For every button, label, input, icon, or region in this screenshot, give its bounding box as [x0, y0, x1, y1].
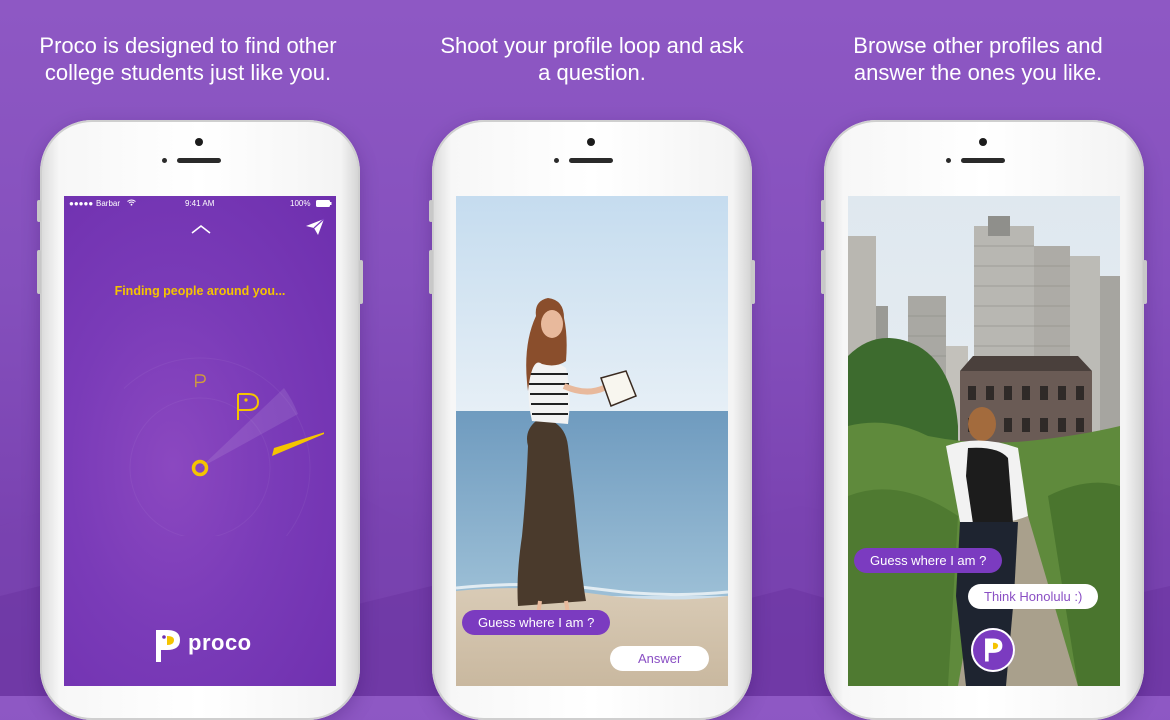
paper-plane-icon[interactable] — [305, 218, 325, 236]
signal-icon: ●●●●● — [69, 199, 94, 208]
profile-marker-icon — [237, 393, 260, 420]
sensor — [162, 158, 167, 163]
caption-2: Shoot your profile loop and ask a questi… — [440, 33, 744, 85]
phone-1: ●●●●● Barbar 9:41 AM 100% Finding people… — [37, 120, 363, 720]
status-bar: ●●●●● Barbar 9:41 AM 100% — [64, 196, 336, 212]
screen-profile-loop: Guess where I am ? Answer — [456, 196, 728, 686]
power-button — [1143, 260, 1147, 304]
sensor — [554, 158, 559, 163]
camera — [979, 138, 987, 146]
camera — [587, 138, 595, 146]
question-bubble: Guess where I am ? — [854, 548, 1003, 573]
radar-scanner — [124, 357, 324, 536]
city-photo — [848, 196, 1120, 686]
profile-avatar-button[interactable] — [971, 628, 1015, 672]
battery-icon — [316, 200, 332, 209]
volume-up — [429, 250, 433, 294]
profile-marker-small-icon — [195, 374, 206, 388]
power-button — [359, 260, 363, 304]
answer-button[interactable]: Answer — [610, 646, 710, 671]
question-bubble: Guess where I am ? — [462, 610, 611, 635]
proco-logo-icon — [985, 638, 1003, 662]
brand-name: proco — [188, 630, 252, 655]
chevron-up-icon[interactable] — [190, 224, 212, 234]
battery-label: 100% — [290, 199, 311, 208]
volume-up — [37, 250, 41, 294]
mute-switch — [821, 200, 825, 222]
wifi-icon — [127, 199, 136, 208]
screen-browse: Guess where I am ? Think Honolulu :) — [848, 196, 1120, 686]
caption-1: Proco is designed to find other college … — [39, 33, 337, 85]
carrier-label: Barbar — [96, 199, 121, 208]
proco-logo-icon — [156, 630, 180, 662]
finding-text: Finding people around you... — [114, 284, 286, 298]
camera — [195, 138, 203, 146]
mute-switch — [429, 200, 433, 222]
speaker — [961, 158, 1005, 163]
sensor — [946, 158, 951, 163]
speaker — [177, 158, 221, 163]
caption-3: Browse other profiles and answer the one… — [853, 33, 1103, 85]
reply-bubble: Think Honolulu :) — [968, 584, 1099, 609]
phone-2: Guess where I am ? Answer — [429, 120, 755, 720]
time-label: 9:41 AM — [185, 199, 215, 208]
phone-3: Guess where I am ? Think Honolulu :) — [821, 120, 1147, 720]
screen-finding: ●●●●● Barbar 9:41 AM 100% Finding people… — [64, 196, 336, 686]
power-button — [751, 260, 755, 304]
mute-switch — [37, 200, 41, 222]
speaker — [569, 158, 613, 163]
volume-up — [821, 250, 825, 294]
